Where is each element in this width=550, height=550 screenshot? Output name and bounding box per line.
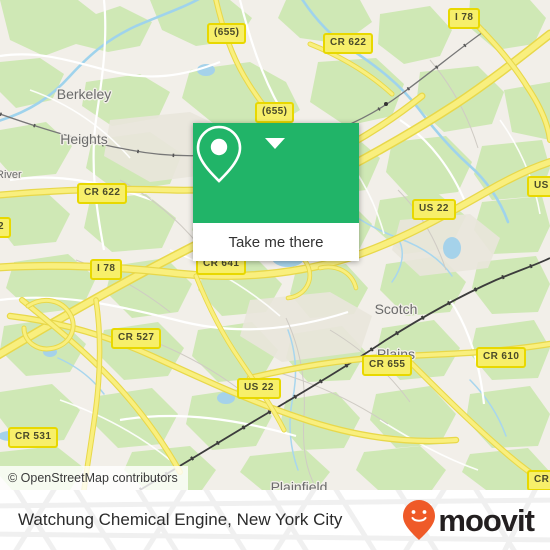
road-shield-cr-6-clipped[interactable]: CR 6 <box>527 470 550 490</box>
road-shield-i-78-b[interactable]: I 78 <box>90 259 123 280</box>
moovit-logo[interactable]: moovit <box>402 499 535 541</box>
place-line-1: Plainfield <box>270 479 328 491</box>
road-shield-cr-622-a[interactable]: CR 622 <box>323 33 374 54</box>
map-canvas[interactable]: Berkeley Heights Scotch Plains Plainfiel… <box>0 0 550 490</box>
moovit-wordmark: moovit <box>438 502 535 538</box>
place-label-river: River <box>0 138 44 213</box>
page-title: Watchung Chemical Engine, New York City <box>18 510 343 529</box>
place-line-1: Berkeley <box>56 86 112 102</box>
road-shield-us-22-b[interactable]: US 22 <box>237 378 281 399</box>
map-page: Berkeley Heights Scotch Plains Plainfiel… <box>0 0 550 550</box>
place-label-plainfield: Plainfield <box>244 450 354 491</box>
moovit-smiley-pin-icon <box>403 500 436 540</box>
road-shield-i-78-a[interactable]: I 78 <box>448 8 481 29</box>
road-shield-cr-655[interactable]: CR 655 <box>362 355 413 376</box>
road-shield-us-clipped[interactable]: US <box>527 176 550 197</box>
road-shield-cr-622-b[interactable]: CR 622 <box>77 183 128 204</box>
map-pin-icon <box>196 125 242 183</box>
road-shield-left-clipped[interactable]: 2 <box>0 217 11 238</box>
map-attribution-text: © OpenStreetMap contributors <box>8 471 178 485</box>
place-line-1: Scotch <box>374 301 418 317</box>
popup-action-label: Take me there <box>228 233 324 251</box>
popup-action-button[interactable]: Take me there <box>193 223 359 261</box>
page-footer: Watchung Chemical Engine, New York City … <box>0 490 550 550</box>
road-shield-655-a[interactable]: (655) <box>207 23 247 44</box>
road-shield-cr-531[interactable]: CR 531 <box>8 427 59 448</box>
popup-pointer-tail <box>265 138 285 149</box>
place-line-1: River <box>0 169 22 181</box>
road-shield-us-22-a[interactable]: US 22 <box>412 199 456 220</box>
road-shield-cr-610[interactable]: CR 610 <box>476 347 527 368</box>
road-shield-655-b[interactable]: (655) <box>255 102 295 123</box>
road-shield-cr-527[interactable]: CR 527 <box>111 328 162 349</box>
map-attribution[interactable]: © OpenStreetMap contributors <box>0 466 188 490</box>
